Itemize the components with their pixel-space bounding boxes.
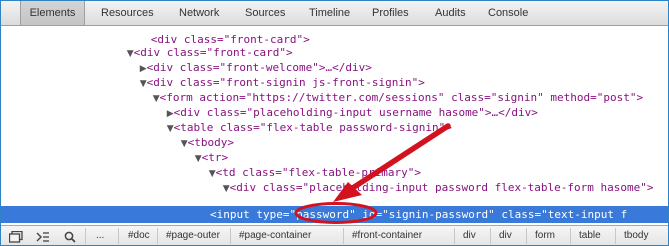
breadcrumb-page-container[interactable]: #page-container — [239, 226, 311, 245]
divider — [615, 228, 616, 244]
dom-node-front-card[interactable]: ▼<div class="front-card"> — [87, 30, 293, 59]
selected-node-input-password[interactable]: <input type="password" id="signin-passwo… — [210, 207, 627, 222]
tab-timeline[interactable]: Timeline — [309, 1, 350, 25]
tab-sources[interactable]: Sources — [245, 1, 285, 25]
console-drawer-icon[interactable] — [34, 226, 52, 245]
tab-console[interactable]: Console — [488, 1, 528, 25]
tab-resources[interactable]: Resources — [101, 1, 154, 25]
divider — [490, 228, 491, 244]
dom-node-front-signin[interactable]: ▼<div class="front-signin js-front-signi… — [100, 60, 425, 89]
dom-node-tr[interactable]: ▼<tr> — [155, 135, 228, 164]
console-drawer-icon-glyph — [36, 231, 49, 242]
dom-node-form[interactable]: ▼<form action="https://twitter.com/sessi… — [113, 75, 643, 104]
breadcrumb-div[interactable]: div — [463, 226, 476, 245]
status-bar: ... #doc #page-outer #page-container #fr… — [1, 225, 668, 245]
expand-triangle-icon[interactable]: ▼ — [223, 184, 230, 194]
dom-tree: <div class="front-card"> ▼<div class="fr… — [1, 26, 668, 227]
dock-icon[interactable] — [7, 226, 25, 245]
divider — [230, 228, 231, 244]
breadcrumb-table[interactable]: table — [579, 226, 601, 245]
dom-node-placeholding-username[interactable]: ▶<div class="placeholding-input username… — [127, 90, 538, 119]
tab-profiles[interactable]: Profiles — [372, 1, 409, 25]
divider — [85, 228, 86, 244]
devtools-tab-bar: Elements Resources Network Sources Timel… — [1, 1, 668, 26]
tab-audits[interactable]: Audits — [435, 1, 466, 25]
toolbar-ellipsis-button[interactable]: ... — [96, 226, 104, 245]
divider — [118, 228, 119, 244]
divider — [570, 228, 571, 244]
divider — [526, 228, 527, 244]
tab-elements[interactable]: Elements — [20, 1, 85, 25]
dom-node-text: <div class="placeholding-input password … — [229, 181, 654, 194]
search-icon[interactable] — [61, 226, 79, 245]
breadcrumb-div[interactable]: div — [499, 226, 512, 245]
tab-network[interactable]: Network — [179, 1, 219, 25]
divider — [454, 228, 455, 244]
dom-node-td[interactable]: ▼<td class="flex-table-primary"> — [169, 150, 421, 179]
divider — [343, 228, 344, 244]
breadcrumb-front-container[interactable]: #front-container — [352, 226, 422, 245]
breadcrumb-tbody[interactable]: tbody — [624, 226, 648, 245]
divider — [157, 228, 158, 244]
breadcrumb-form[interactable]: form — [535, 226, 555, 245]
search-icon-glyph — [64, 231, 76, 243]
dock-icon-glyph — [8, 230, 23, 243]
breadcrumb-doc[interactable]: #doc — [128, 226, 150, 245]
devtools-window: Elements Resources Network Sources Timel… — [0, 0, 669, 246]
dom-node-tbody[interactable]: ▼<tbody> — [141, 120, 234, 149]
dom-node-table[interactable]: ▼<table class="flex-table password-signi… — [127, 105, 452, 134]
breadcrumb-page-outer[interactable]: #page-outer — [166, 226, 220, 245]
dom-node-placeholding-password[interactable]: ▼<div class="placeholding-input password… — [183, 165, 654, 194]
dom-node-front-welcome[interactable]: ▶<div class="front-welcome">…</div> — [100, 45, 372, 74]
